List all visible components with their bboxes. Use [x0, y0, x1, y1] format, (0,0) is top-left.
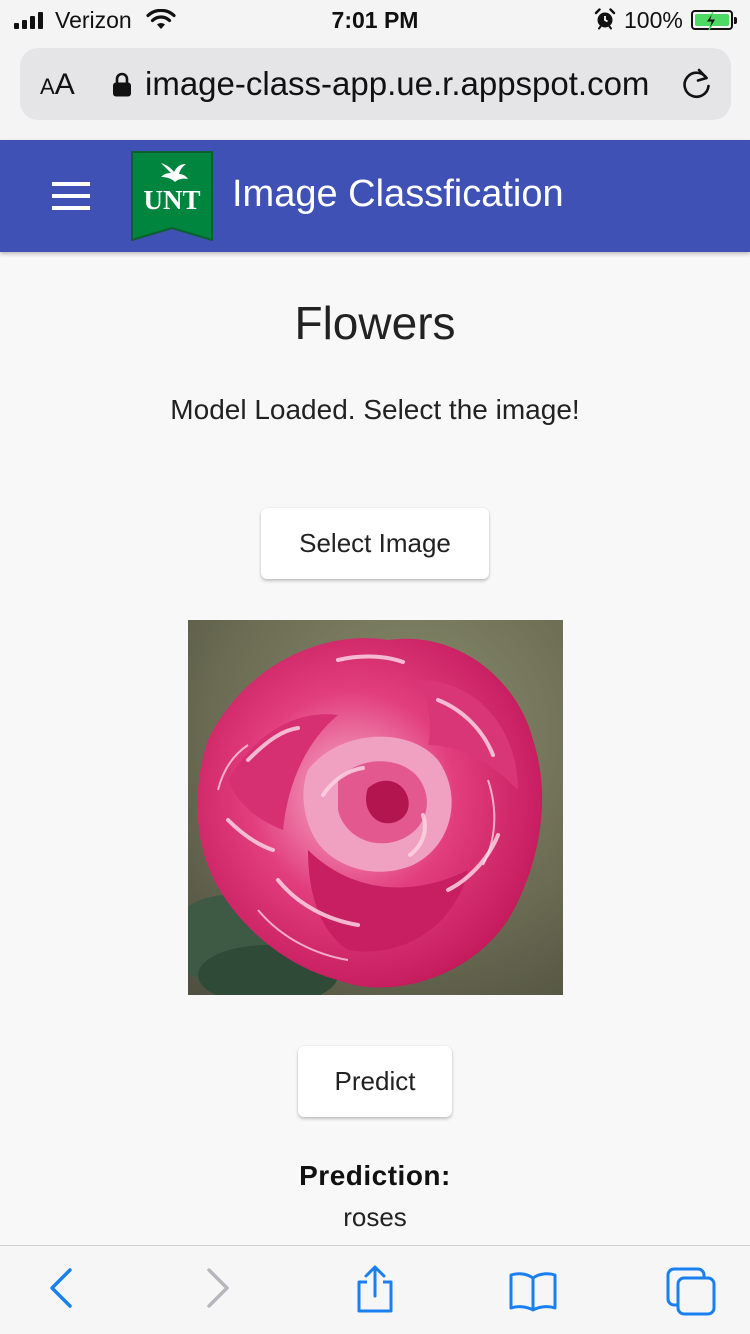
chevron-right-icon[interactable] [203, 1266, 233, 1310]
unt-logo: UNT [131, 151, 213, 241]
lock-icon [113, 72, 131, 97]
rose-image [188, 620, 563, 995]
battery-icon [691, 10, 737, 31]
browser-address-area: AA image-class-app.ue.r.appspot.com [0, 40, 750, 140]
selected-image [188, 620, 563, 995]
battery-percent: 100% [624, 7, 683, 33]
logo-text: UNT [143, 185, 200, 215]
reload-icon[interactable] [680, 67, 714, 101]
browser-toolbar [0, 1245, 750, 1334]
charging-bolt-icon [705, 11, 717, 31]
chevron-left-icon[interactable] [46, 1266, 76, 1310]
model-status-message: Model Loaded. Select the image! [170, 394, 580, 425]
book-icon[interactable] [508, 1270, 558, 1312]
predict-button[interactable]: Predict [298, 1046, 452, 1117]
page-title: Flowers [294, 297, 456, 349]
text-size-button[interactable]: AA [40, 68, 75, 102]
app-bar: UNT Image Classfication [0, 140, 750, 252]
status-bar: Verizon 7:01 PM 100% [0, 0, 750, 40]
hamburger-icon[interactable] [52, 182, 90, 210]
tabs-icon[interactable] [665, 1266, 717, 1316]
share-icon[interactable] [354, 1264, 396, 1314]
alarm-icon [594, 8, 616, 30]
select-image-button[interactable]: Select Image [261, 508, 489, 579]
prediction-label: Prediction: [299, 1160, 451, 1191]
url-text[interactable]: image-class-app.ue.r.appspot.com [145, 65, 660, 103]
app-title: Image Classfication [232, 173, 564, 215]
address-bar[interactable]: AA image-class-app.ue.r.appspot.com [20, 48, 731, 120]
prediction-value: roses [343, 1202, 407, 1232]
